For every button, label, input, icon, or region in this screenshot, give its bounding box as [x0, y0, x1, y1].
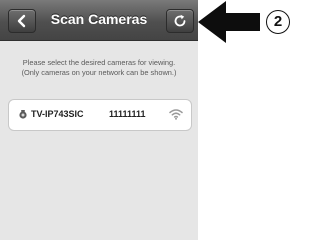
wifi-icon [169, 109, 183, 120]
instructions-line-2: (Only cameras on your network can be sho… [21, 68, 177, 77]
refresh-button[interactable] [166, 9, 194, 33]
camera-name: TV-IP743SIC [31, 109, 84, 119]
refresh-icon [174, 14, 186, 27]
back-button[interactable] [8, 9, 36, 33]
back-arrow-icon [17, 14, 26, 28]
step-number-badge: 2 [266, 10, 290, 34]
page-title: Scan Cameras [50, 11, 148, 27]
phone-screen: Scan Cameras Please select the desired c… [0, 0, 198, 240]
instructions-text: Please select the desired cameras for vi… [6, 58, 192, 78]
camera-id: 11111111 [109, 109, 146, 119]
left-arrow-icon [198, 1, 260, 43]
navigation-bar: Scan Cameras [0, 0, 198, 41]
camera-list-item[interactable]: TV-IP743SIC 11111111 [8, 99, 192, 131]
camera-icon [19, 110, 27, 119]
instructions-line-1: Please select the desired cameras for vi… [22, 58, 176, 67]
